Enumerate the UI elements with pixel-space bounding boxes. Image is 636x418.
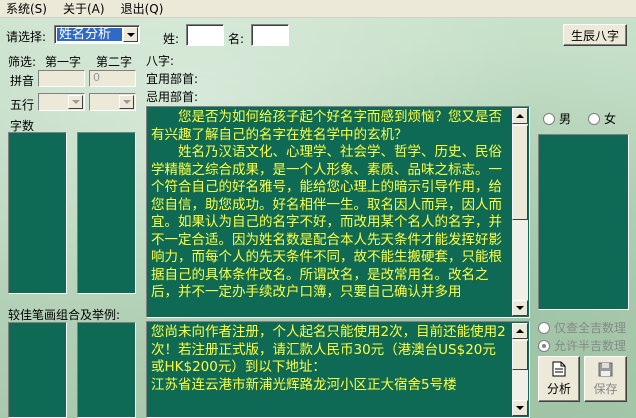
wuxing-label: 五行 bbox=[10, 98, 35, 112]
menu-about[interactable]: 关于(A) bbox=[63, 0, 105, 17]
surname-label: 姓: bbox=[163, 32, 180, 46]
floppy-disk-icon bbox=[598, 362, 613, 376]
analyze-label: 分析 bbox=[546, 382, 571, 396]
name-input[interactable] bbox=[251, 24, 289, 46]
scroll-up-icon[interactable] bbox=[512, 323, 528, 339]
only-lucky-label: 仅查全吉数理 bbox=[554, 321, 627, 335]
save-label: 保存 bbox=[593, 381, 618, 396]
bazi-button[interactable]: 生辰八字 bbox=[563, 24, 627, 46]
combo-label: 较佳笔画组合及举例: bbox=[8, 308, 121, 322]
pinyin-label: 拼音 bbox=[10, 74, 35, 88]
only-lucky-radio[interactable]: 仅查全吉数理 bbox=[538, 319, 626, 336]
register-address: 江苏省连云港市新浦光辉路龙河小区正大宿舍5号楼 bbox=[151, 376, 457, 393]
menu-bar: 系统(S) 关于(A) 退出(Q) bbox=[0, 0, 636, 18]
surname-input[interactable] bbox=[186, 24, 224, 46]
wuxing-first-select[interactable] bbox=[38, 93, 85, 111]
scroll-down-icon[interactable] bbox=[512, 400, 528, 416]
scroll-down-icon[interactable] bbox=[512, 300, 528, 316]
second-char-label: 第二字 bbox=[96, 55, 133, 69]
save-button[interactable]: 保存 bbox=[584, 356, 627, 402]
register-message: 您尚未向作者注册，个人起名只能使用2次，目前还能使用2次！若注册正式版，请汇款人… bbox=[151, 324, 506, 375]
register-text-panel[interactable]: 您尚未向作者注册，个人起名只能使用2次，目前还能使用2次！若注册正式版，请汇款人… bbox=[146, 321, 530, 418]
menu-system[interactable]: 系统(S) bbox=[6, 0, 47, 17]
name-label: 名: bbox=[228, 32, 245, 46]
radio-icon bbox=[538, 321, 550, 334]
gender-male-radio[interactable]: 男 bbox=[543, 110, 571, 127]
combo-list-left[interactable] bbox=[8, 322, 67, 418]
scroll-thumb[interactable] bbox=[512, 340, 528, 370]
first-char-label: 第一字 bbox=[45, 55, 82, 69]
filter-label: 筛选: bbox=[8, 55, 37, 69]
chevron-down-icon[interactable] bbox=[68, 95, 83, 109]
chevron-down-icon[interactable] bbox=[123, 27, 138, 42]
yi-radical-label: 宜用部首: bbox=[146, 72, 199, 86]
gender-female-radio[interactable]: 女 bbox=[588, 110, 616, 127]
scroll-up-icon[interactable] bbox=[512, 108, 528, 124]
result-panel bbox=[538, 134, 629, 310]
gender-male-label: 男 bbox=[559, 112, 572, 126]
combo-list-right[interactable] bbox=[77, 322, 136, 418]
intro-paragraph-2: 姓名乃汉语文化、心理学、社会学、哲学、历史、民俗学精髓之综合成果，是一个人形象、… bbox=[151, 144, 502, 300]
chevron-down-icon[interactable] bbox=[119, 95, 134, 109]
scroll-thumb[interactable] bbox=[512, 125, 528, 220]
second-char-list[interactable] bbox=[77, 132, 136, 294]
radio-icon bbox=[538, 339, 550, 352]
ji-radical-label: 忌用部首: bbox=[146, 90, 199, 104]
allow-half-label: 允许半吉数理 bbox=[554, 339, 627, 353]
register-text: 您尚未向作者注册，个人起名只能使用2次，目前还能使用2次！若注册正式版，请汇款人… bbox=[151, 324, 509, 394]
wuxing-second-select[interactable] bbox=[89, 93, 136, 111]
radio-icon bbox=[588, 112, 600, 125]
pinyin-second-input[interactable]: 0 bbox=[89, 70, 136, 87]
select-label: 请选择: bbox=[6, 30, 47, 44]
allow-half-radio[interactable]: 允许半吉数理 bbox=[538, 337, 626, 354]
mode-select[interactable]: 姓名分析 bbox=[54, 25, 140, 44]
mode-select-value: 姓名分析 bbox=[57, 28, 122, 41]
menu-exit[interactable]: 退出(Q) bbox=[121, 0, 164, 17]
app-window: 系统(S) 关于(A) 退出(Q) 请选择: 姓名分析 姓: 名: 生辰八字 筛… bbox=[0, 0, 636, 418]
intro-text: 您是否为如何给孩子起个好名字而感到烦恼？您又是否有兴趣了解自己的名字在姓名学中的… bbox=[151, 109, 509, 302]
first-char-list[interactable] bbox=[8, 132, 67, 294]
intro-paragraph-1: 您是否为如何给孩子起个好名字而感到烦恼？您又是否有兴趣了解自己的名字在姓名学中的… bbox=[151, 109, 502, 143]
intro-text-panel[interactable]: 您是否为如何给孩子起个好名字而感到烦恼？您又是否有兴趣了解自己的名字在姓名学中的… bbox=[146, 106, 530, 318]
analyze-button[interactable]: 分析 bbox=[538, 356, 580, 402]
gender-female-label: 女 bbox=[604, 112, 617, 126]
intro-scrollbar[interactable] bbox=[512, 108, 528, 316]
bazi-label: 八字: bbox=[146, 54, 175, 68]
pinyin-first-input[interactable] bbox=[38, 70, 85, 87]
document-icon bbox=[552, 361, 566, 377]
radio-icon bbox=[543, 112, 555, 125]
register-scrollbar[interactable] bbox=[512, 323, 528, 416]
